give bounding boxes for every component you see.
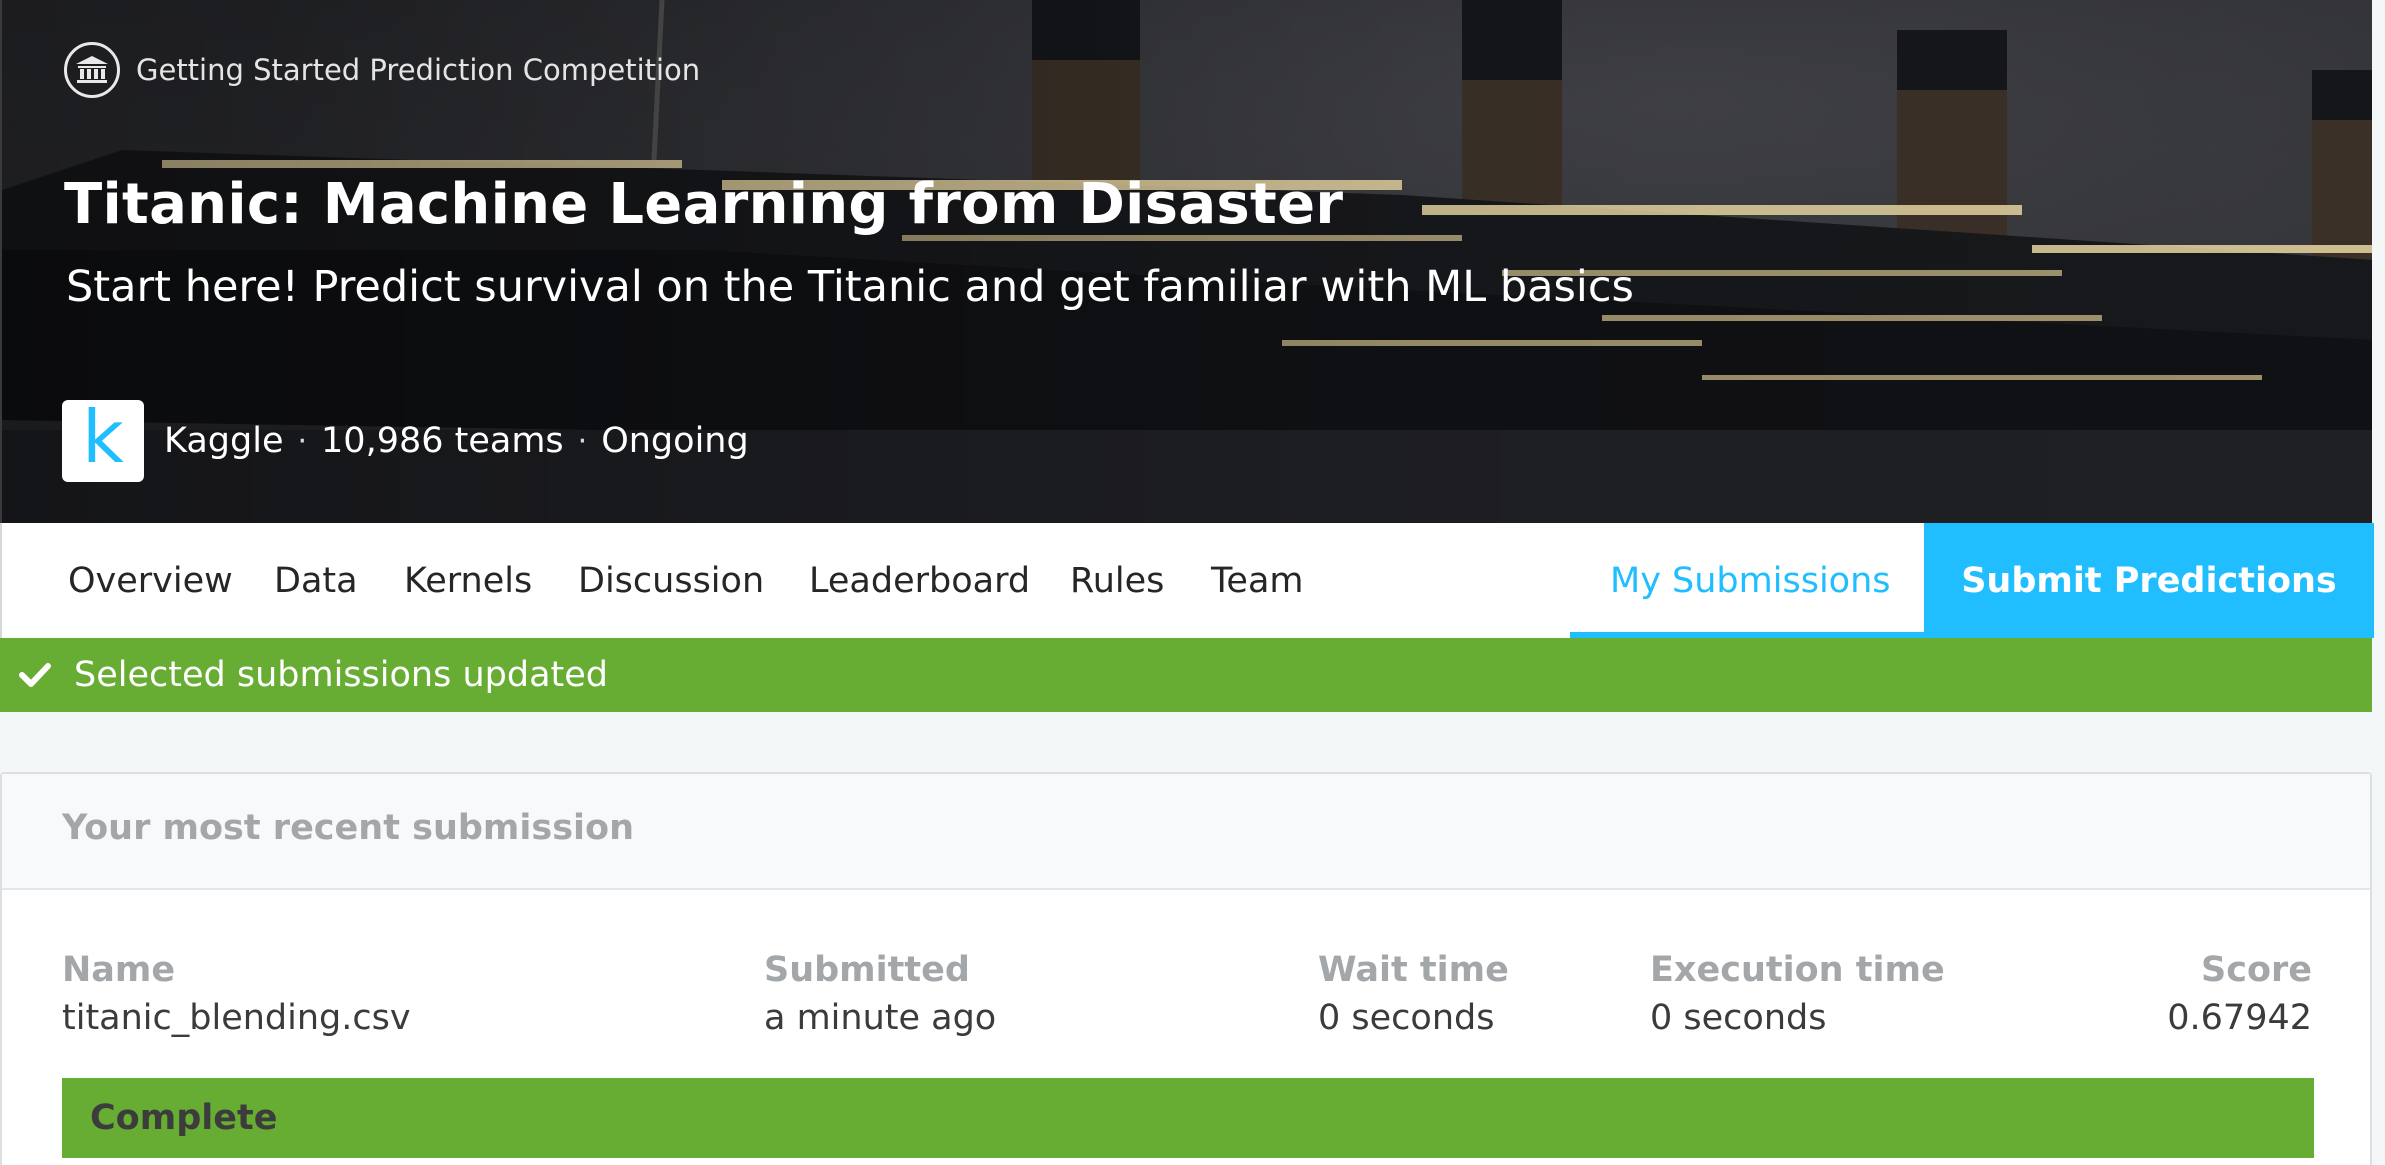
kaggle-logo[interactable]: k [62, 400, 144, 482]
competition-hero-banner: Getting Started Prediction Competition T… [0, 0, 2372, 523]
tab-data[interactable]: Data [274, 523, 358, 638]
tab-team[interactable]: Team [1211, 523, 1304, 638]
column-name: Name titanic_blending.csv [62, 950, 411, 1038]
column-wait-time: Wait time 0 seconds [1318, 950, 1509, 1038]
competition-tab-nav: Overview Data Kernels Discussion Leaderb… [0, 523, 2374, 638]
competition-title: Titanic: Machine Learning from Disaster [64, 172, 1344, 237]
tab-leaderboard[interactable]: Leaderboard [809, 523, 1030, 638]
column-header-execution-time: Execution time [1650, 950, 1945, 990]
card-header-label: Your most recent submission [62, 808, 635, 848]
tab-rules[interactable]: Rules [1070, 523, 1164, 638]
column-score: Score 0.67942 [2167, 950, 2312, 1038]
card-header: Your most recent submission [2, 774, 2370, 890]
submission-file-name[interactable]: titanic_blending.csv [62, 998, 411, 1038]
kaggle-competition-page: Getting Started Prediction Competition T… [0, 0, 2385, 1165]
execution-time-value: 0 seconds [1650, 998, 1827, 1038]
success-alert: Selected submissions updated [0, 638, 2372, 712]
submission-status-label: Complete [90, 1098, 278, 1138]
tab-discussion[interactable]: Discussion [578, 523, 764, 638]
column-header-wait-time: Wait time [1318, 950, 1509, 990]
column-header-name: Name [62, 950, 176, 990]
submitted-time: a minute ago [764, 998, 997, 1038]
tab-kernels[interactable]: Kernels [404, 523, 532, 638]
bank-icon [64, 42, 120, 98]
column-header-submitted: Submitted [764, 950, 970, 990]
score-value: 0.67942 [2167, 998, 2312, 1038]
column-submitted: Submitted a minute ago [764, 950, 996, 1038]
competition-subtitle: Start here! Predict survival on the Tita… [66, 262, 1634, 312]
competition-type: Getting Started Prediction Competition [64, 42, 700, 98]
recent-submission-card: Your most recent submission Name titanic… [0, 772, 2372, 1165]
host-name[interactable]: Kaggle [164, 421, 283, 461]
tab-overview[interactable]: Overview [68, 523, 233, 638]
column-header-score: Score [2201, 950, 2312, 990]
check-icon [18, 658, 52, 692]
alert-message: Selected submissions updated [74, 655, 608, 695]
separator-dot: · [577, 423, 588, 459]
host-info: k Kaggle · 10,986 teams · Ongoing [62, 400, 749, 482]
column-execution-time: Execution time 0 seconds [1650, 950, 1945, 1038]
competition-type-label: Getting Started Prediction Competition [136, 53, 701, 87]
wait-time-value: 0 seconds [1318, 998, 1495, 1038]
team-count: 10,986 teams [321, 421, 564, 461]
submission-status-bar: Complete [62, 1078, 2314, 1158]
submit-predictions-button[interactable]: Submit Predictions [1924, 523, 2374, 638]
competition-status: Ongoing [601, 421, 749, 461]
tab-my-submissions[interactable]: My Submissions [1570, 523, 1930, 638]
separator-dot: · [297, 423, 308, 459]
